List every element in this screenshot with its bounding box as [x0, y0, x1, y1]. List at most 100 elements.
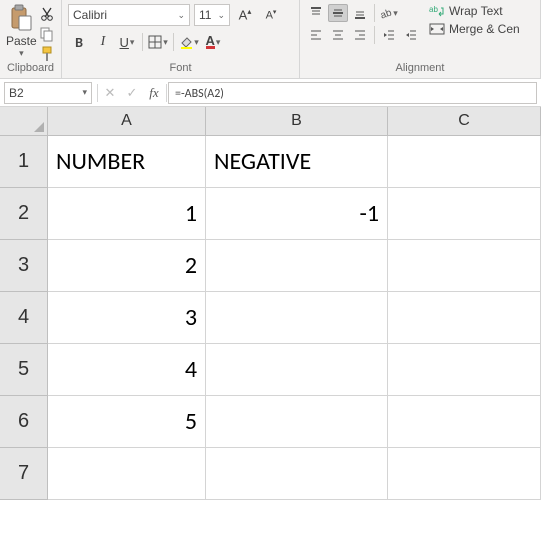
separator — [166, 84, 167, 102]
cell-B6[interactable] — [206, 396, 388, 448]
separator — [374, 4, 375, 22]
font-name-selector[interactable]: Calibri ⌄ — [68, 4, 190, 26]
orientation-button[interactable]: ab▾ — [379, 4, 399, 22]
insert-function-button[interactable]: fx — [144, 85, 164, 101]
copy-button[interactable] — [39, 26, 55, 42]
chevron-down-icon: ▾ — [393, 8, 398, 19]
cell-B5[interactable] — [206, 344, 388, 396]
fill-color-button[interactable]: ▾ — [178, 32, 200, 52]
decrease-indent-icon — [382, 28, 396, 42]
cut-button[interactable] — [39, 6, 55, 22]
select-all-corner[interactable] — [0, 107, 48, 136]
clipboard-label: Clipboard — [6, 62, 55, 76]
font-label: Font — [68, 62, 293, 76]
cell-A1[interactable]: NUMBER — [48, 136, 206, 188]
column-header[interactable]: C — [388, 107, 541, 136]
cell-A3[interactable]: 2 — [48, 240, 206, 292]
paste-icon — [9, 4, 33, 32]
align-left-button[interactable] — [306, 26, 326, 44]
row-header[interactable]: 3 — [0, 240, 48, 292]
row-header[interactable]: 6 — [0, 396, 48, 448]
increase-indent-button[interactable] — [401, 26, 421, 44]
chevron-down-icon: ▾ — [194, 37, 199, 48]
align-center-icon — [331, 28, 345, 42]
align-center-button[interactable] — [328, 26, 348, 44]
merge-icon — [429, 22, 445, 36]
row-header[interactable]: 4 — [0, 292, 48, 344]
worksheet-grid: 1 2 3 4 5 6 7 NUMBER NEGATIVE 1 -1 2 3 4 — [0, 136, 541, 500]
font-size-selector[interactable]: 11 ⌄ — [194, 4, 230, 26]
fill-color-icon — [179, 35, 193, 49]
cancel-formula-button[interactable]: ✕ — [100, 85, 120, 101]
decrease-indent-button[interactable] — [379, 26, 399, 44]
bold-button[interactable]: B — [68, 32, 90, 52]
column-header[interactable]: A — [48, 107, 206, 136]
chevron-down-icon: ▾ — [130, 37, 135, 48]
cut-icon — [39, 6, 55, 22]
chevron-down-icon: ▾ — [82, 87, 87, 98]
formula-bar: B2 ▾ ✕ ✓ fx =-ABS(A2) — [0, 79, 541, 107]
cell-A6[interactable]: 5 — [48, 396, 206, 448]
name-box[interactable]: B2 ▾ — [4, 82, 92, 104]
column-header-row: A B C — [0, 107, 541, 136]
cell-C1[interactable] — [388, 136, 541, 188]
cell-C2[interactable] — [388, 188, 541, 240]
align-top-icon — [309, 6, 323, 20]
underline-button[interactable]: U▾ — [116, 32, 138, 52]
cell-B2[interactable]: -1 — [206, 188, 388, 240]
chevron-down-icon: ⌄ — [217, 10, 225, 21]
row-header[interactable]: 7 — [0, 448, 48, 500]
underline-icon: U — [120, 35, 129, 50]
align-top-button[interactable] — [306, 4, 326, 22]
formula-input[interactable]: =-ABS(A2) — [168, 82, 537, 104]
wrap-text-button[interactable]: ab Wrap Text — [429, 4, 520, 18]
font-size-value: 11 — [199, 8, 211, 22]
ribbon: Paste ▾ — [0, 0, 541, 79]
cell-A4[interactable]: 3 — [48, 292, 206, 344]
increase-font-button[interactable]: A▴ — [234, 5, 256, 25]
font-name-value: Calibri — [73, 8, 107, 22]
cell-C7[interactable] — [388, 448, 541, 500]
cell-B1[interactable]: NEGATIVE — [206, 136, 388, 188]
cell-A5[interactable]: 4 — [48, 344, 206, 396]
font-color-icon: A — [206, 36, 215, 49]
decrease-font-button[interactable]: A▾ — [260, 5, 282, 25]
cell-B3[interactable] — [206, 240, 388, 292]
svg-text:ab: ab — [380, 7, 392, 19]
enter-formula-button[interactable]: ✓ — [122, 85, 142, 101]
font-color-button[interactable]: A ▾ — [202, 32, 224, 52]
separator — [374, 26, 375, 44]
cell-C5[interactable] — [388, 344, 541, 396]
cell-A2[interactable]: 1 — [48, 188, 206, 240]
alignment-label: Alignment — [306, 62, 534, 76]
wrap-text-label: Wrap Text — [449, 4, 503, 18]
chevron-down-icon: ▾ — [216, 37, 221, 48]
cell-C4[interactable] — [388, 292, 541, 344]
merge-center-button[interactable]: Merge & Cen — [429, 22, 520, 36]
separator — [97, 84, 98, 102]
align-middle-button[interactable] — [328, 4, 348, 22]
align-bottom-button[interactable] — [350, 4, 370, 22]
paste-label: Paste — [6, 34, 37, 48]
svg-text:ab: ab — [429, 5, 438, 14]
row-header[interactable]: 1 — [0, 136, 48, 188]
cell-C6[interactable] — [388, 396, 541, 448]
format-painter-button[interactable] — [39, 46, 55, 62]
column-header[interactable]: B — [206, 107, 388, 136]
borders-button[interactable]: ▾ — [147, 32, 169, 52]
separator — [142, 33, 143, 51]
chevron-down-icon: ▾ — [19, 48, 24, 59]
cell-A7[interactable] — [48, 448, 206, 500]
paste-button[interactable]: Paste ▾ — [6, 4, 37, 59]
alignment-group: ab▾ ab Wrap Text — [300, 0, 541, 78]
cell-B4[interactable] — [206, 292, 388, 344]
cell-reference: B2 — [9, 86, 24, 100]
cell-B7[interactable] — [206, 448, 388, 500]
align-right-button[interactable] — [350, 26, 370, 44]
borders-icon — [148, 35, 162, 49]
wrap-text-icon: ab — [429, 4, 445, 18]
row-header[interactable]: 5 — [0, 344, 48, 396]
cell-C3[interactable] — [388, 240, 541, 292]
italic-button[interactable]: I — [92, 32, 114, 52]
row-header[interactable]: 2 — [0, 188, 48, 240]
